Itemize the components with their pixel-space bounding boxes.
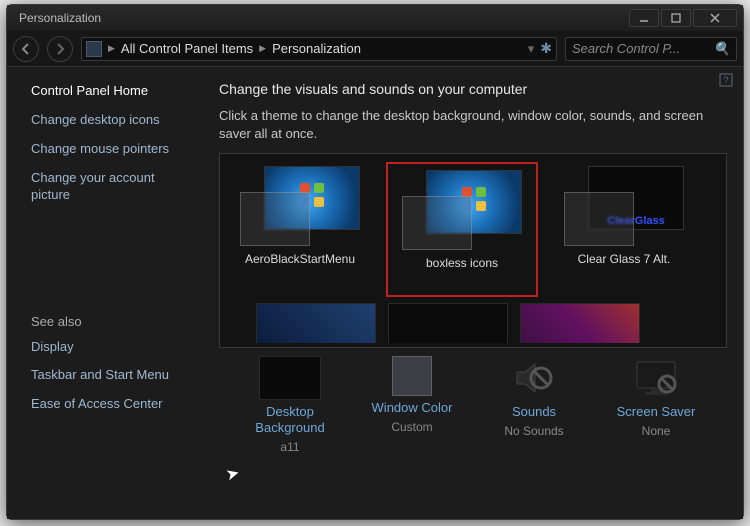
theme-name: boxless icons (426, 256, 498, 270)
refresh-icon[interactable]: ✱ (540, 40, 552, 57)
theme-item[interactable]: AeroBlackStartMenu (226, 162, 374, 297)
opt-value: No Sounds (504, 424, 563, 438)
sidebar-link-account-picture[interactable]: Change your account picture (31, 170, 195, 204)
address-row: ▶ All Control Panel Items ▶ Personalizat… (7, 31, 743, 67)
chevron-right-icon: ▶ (108, 43, 115, 54)
opt-label: Screen Saver (617, 404, 696, 420)
sidebar-link-taskbar[interactable]: Taskbar and Start Menu (31, 367, 195, 384)
desktop-background-icon (259, 356, 321, 400)
sidebar-link-desktop-icons[interactable]: Change desktop icons (31, 112, 195, 129)
window-color-icon (392, 356, 432, 396)
desktop-background-button[interactable]: Desktop Background a11 (235, 356, 345, 453)
sounds-button[interactable]: Sounds No Sounds (479, 356, 589, 453)
breadcrumb-item[interactable]: Personalization (272, 41, 361, 56)
theme-thumb: ClearGlass (564, 166, 684, 246)
theme-thumb (402, 170, 522, 250)
window-buttons (629, 9, 737, 27)
theme-row-partial (226, 303, 720, 343)
sidebar-link-ease-of-access[interactable]: Ease of Access Center (31, 396, 195, 413)
window-title: Personalization (19, 11, 629, 25)
forward-button[interactable] (47, 36, 73, 62)
main-content: ? Change the visuals and sounds on your … (203, 67, 743, 519)
theme-name: AeroBlackStartMenu (245, 252, 355, 266)
opt-value: None (642, 424, 671, 438)
titlebar[interactable]: Personalization (7, 5, 743, 31)
sidebar-link-display[interactable]: Display (31, 339, 195, 356)
theme-list[interactable]: AeroBlackStartMenu boxless icons (219, 153, 727, 348)
svg-text:?: ? (723, 75, 728, 85)
page-heading: Change the visuals and sounds on your co… (219, 81, 727, 97)
theme-name: Clear Glass 7 Alt. (578, 252, 671, 266)
page-subtext: Click a theme to change the desktop back… (219, 107, 727, 143)
theme-thumb-partial[interactable] (520, 303, 640, 343)
theme-thumb-partial[interactable] (388, 303, 508, 343)
address-bar[interactable]: ▶ All Control Panel Items ▶ Personalizat… (81, 37, 557, 61)
chevron-right-icon: ▶ (259, 43, 266, 54)
window-color-button[interactable]: Window Color Custom (357, 356, 467, 453)
sidebar-link-mouse-pointers[interactable]: Change mouse pointers (31, 141, 195, 158)
breadcrumb-item[interactable]: All Control Panel Items (121, 41, 253, 56)
maximize-button[interactable] (661, 9, 691, 27)
theme-item[interactable]: ClearGlass Clear Glass 7 Alt. (550, 162, 698, 297)
opt-value: a11 (280, 440, 299, 454)
personalization-window: Personalization ▶ All Control Panel Item… (6, 4, 744, 520)
help-icon[interactable]: ? (719, 73, 733, 87)
theme-item-selected[interactable]: boxless icons (386, 162, 538, 297)
search-placeholder: Search Control P... (572, 41, 714, 56)
opt-value: Custom (391, 420, 432, 434)
close-button[interactable] (693, 9, 737, 27)
opt-label: Desktop Background (235, 404, 345, 435)
control-panel-icon (86, 41, 102, 57)
sounds-icon (503, 356, 565, 400)
control-panel-home-link[interactable]: Control Panel Home (31, 83, 195, 98)
options-row: Desktop Background a11 Window Color Cust… (219, 348, 727, 453)
opt-label: Window Color (372, 400, 453, 416)
theme-thumb-partial[interactable] (256, 303, 376, 343)
minimize-button[interactable] (629, 9, 659, 27)
search-input[interactable]: Search Control P... 🔍 (565, 37, 737, 61)
dropdown-icon[interactable]: ▾ (528, 41, 535, 57)
opt-label: Sounds (512, 404, 556, 420)
see-also-heading: See also (31, 314, 195, 329)
screen-saver-button[interactable]: Screen Saver None (601, 356, 711, 453)
theme-thumb (240, 166, 360, 246)
screen-saver-icon (625, 356, 687, 400)
search-icon: 🔍 (714, 41, 730, 57)
body: Control Panel Home Change desktop icons … (7, 67, 743, 519)
sidebar: Control Panel Home Change desktop icons … (7, 67, 203, 519)
back-button[interactable] (13, 36, 39, 62)
